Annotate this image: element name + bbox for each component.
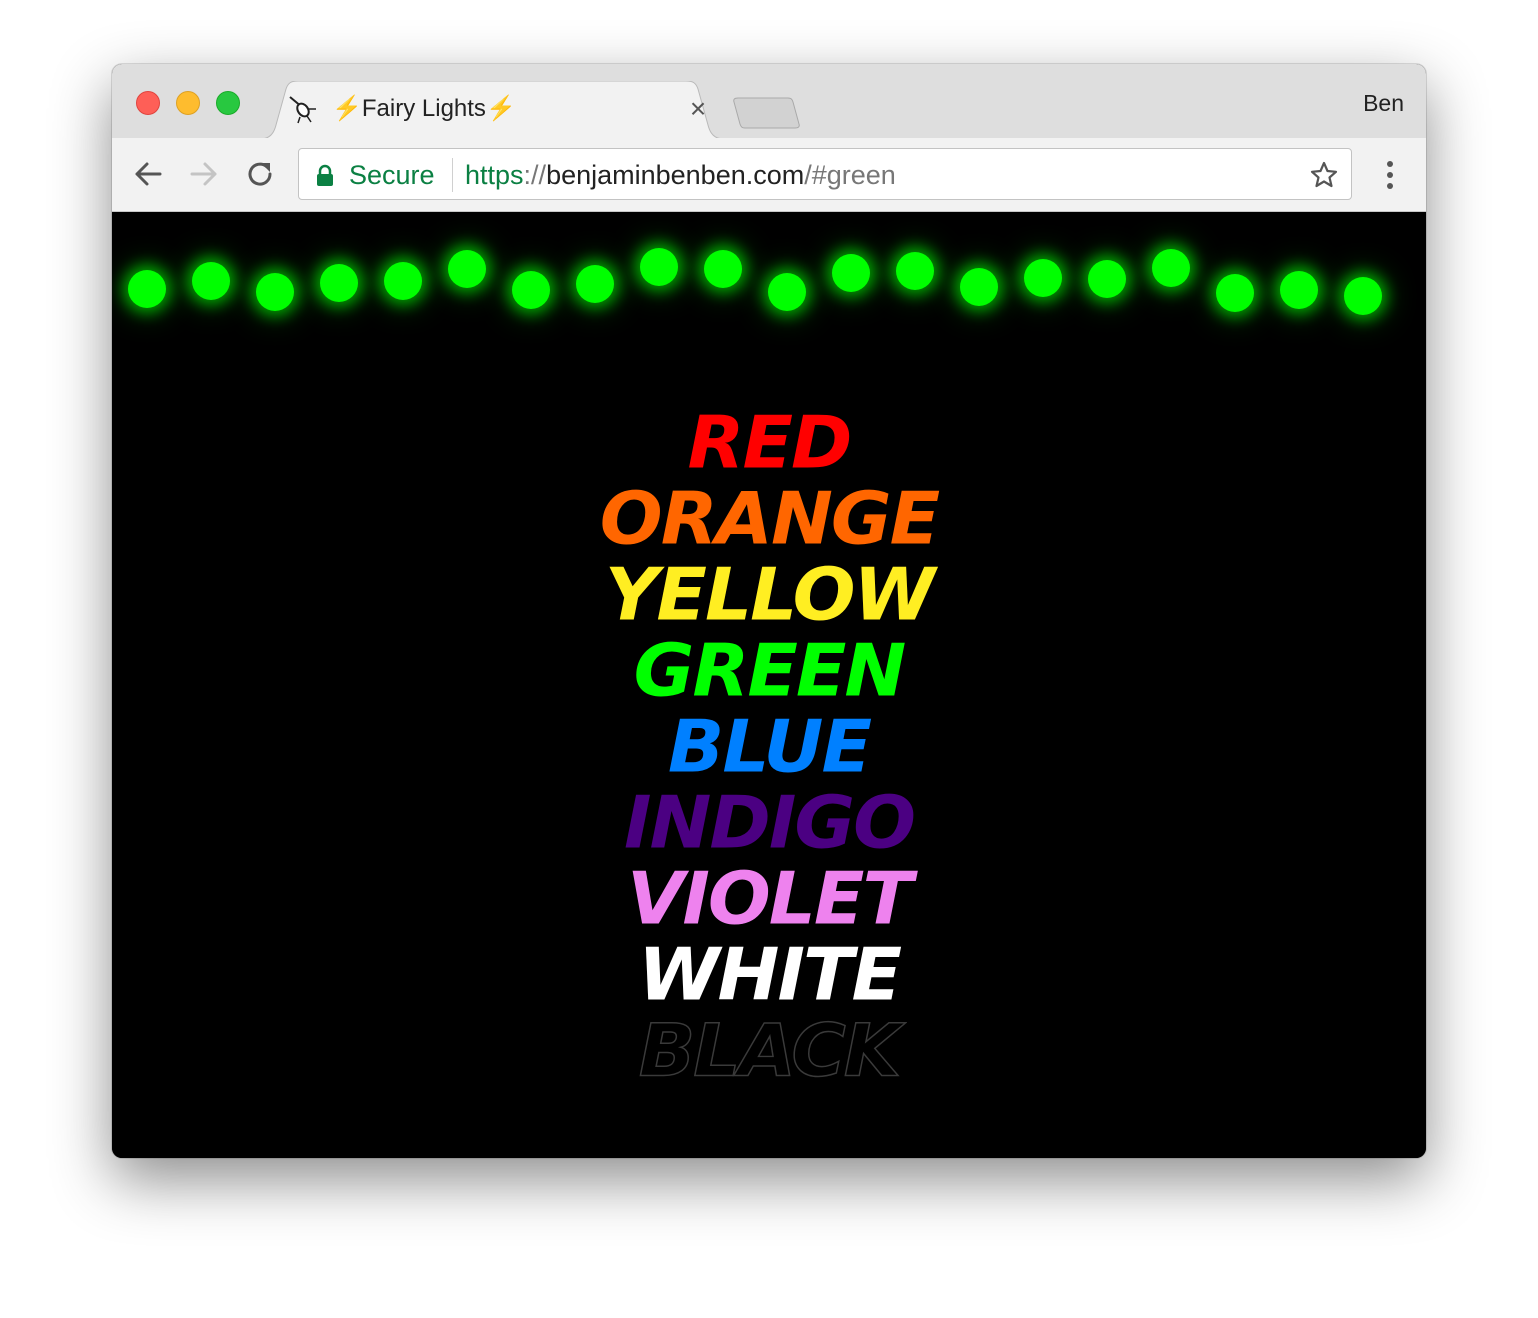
color-link-orange[interactable]: ORANGE bbox=[112, 482, 1426, 556]
color-link-red[interactable]: RED bbox=[112, 406, 1426, 480]
fairy-light-bulb[interactable] bbox=[256, 273, 294, 311]
bolt-icon: ⚡ bbox=[485, 95, 516, 122]
url-scheme: https bbox=[465, 160, 524, 190]
fairy-light-bulb[interactable] bbox=[960, 268, 998, 306]
color-link-white[interactable]: WHITE bbox=[112, 938, 1426, 1012]
url-path: /#green bbox=[804, 160, 896, 190]
bolt-icon: ⚡ bbox=[332, 95, 362, 122]
fairy-lights-favicon-icon bbox=[289, 96, 316, 124]
fairy-light-bulb[interactable] bbox=[576, 265, 614, 303]
browser-window: ⚡Fairy Lights⚡ × Ben Secure https://benj… bbox=[112, 64, 1426, 1158]
window-close-button[interactable] bbox=[136, 91, 160, 115]
fairy-light-bulb[interactable] bbox=[384, 262, 422, 300]
fairy-light-bulb[interactable] bbox=[1280, 271, 1318, 309]
address-bar[interactable]: Secure https://benjaminbenben.com/#green bbox=[298, 148, 1352, 200]
window-minimize-button[interactable] bbox=[176, 91, 200, 115]
color-word-list: RED ORANGE YELLOW GREEN BLUE INDIGO VIOLET WHIT… bbox=[112, 405, 1426, 1089]
back-arrow-icon[interactable] bbox=[130, 156, 166, 192]
fairy-light-bulb[interactable] bbox=[1344, 277, 1382, 315]
more-vert-icon[interactable] bbox=[1376, 158, 1404, 192]
star-icon[interactable] bbox=[1309, 160, 1339, 190]
fairy-light-bulb[interactable] bbox=[1088, 260, 1126, 298]
fairy-light-bulb[interactable] bbox=[832, 254, 870, 292]
fairy-light-bulb[interactable] bbox=[640, 248, 678, 286]
fairy-light-bulb[interactable] bbox=[1152, 249, 1190, 287]
color-link-green[interactable]: GREEN bbox=[112, 634, 1426, 708]
fairy-light-bulb[interactable] bbox=[704, 250, 742, 288]
url-separator: :// bbox=[523, 160, 547, 190]
secure-label: Secure bbox=[349, 160, 435, 190]
profile-name[interactable]: Ben bbox=[1363, 90, 1404, 117]
new-tab-button[interactable] bbox=[732, 96, 802, 130]
color-link-blue[interactable]: BLUE bbox=[112, 710, 1426, 784]
fairy-light-bulb[interactable] bbox=[448, 250, 486, 288]
omnibox-divider bbox=[452, 158, 453, 192]
lock-icon bbox=[317, 164, 333, 186]
color-link-black[interactable]: BLACK bbox=[112, 1013, 1426, 1089]
color-link-indigo[interactable]: INDIGO bbox=[112, 786, 1426, 860]
tab-fairy-lights[interactable]: ⚡Fairy Lights⚡ × bbox=[260, 81, 724, 139]
tab-title: ⚡Fairy Lights⚡ bbox=[332, 94, 516, 124]
fairy-light-bulb[interactable] bbox=[512, 271, 550, 309]
tab-strip: ⚡Fairy Lights⚡ × Ben bbox=[112, 64, 1426, 139]
color-link-yellow[interactable]: YELLOW bbox=[112, 558, 1426, 632]
reload-icon[interactable] bbox=[242, 156, 278, 192]
fairy-light-bulb[interactable] bbox=[320, 264, 358, 302]
fairy-light-bulb[interactable] bbox=[896, 252, 934, 290]
fairy-light-bulb[interactable] bbox=[1024, 259, 1062, 297]
fairy-light-bulb[interactable] bbox=[192, 262, 230, 300]
url-text[interactable]: https://benjaminbenben.com/#green bbox=[465, 159, 896, 191]
fairy-light-bulb[interactable] bbox=[768, 273, 806, 311]
page-content: RED ORANGE YELLOW GREEN BLUE INDIGO VIOLET WHIT… bbox=[112, 212, 1426, 1158]
tab-title-text: Fairy Lights bbox=[361, 95, 486, 122]
color-link-violet[interactable]: VIOLET bbox=[112, 862, 1426, 936]
window-maximize-button[interactable] bbox=[216, 91, 240, 115]
fairy-light-bulb[interactable] bbox=[1216, 274, 1254, 312]
forward-arrow-icon[interactable] bbox=[186, 156, 222, 192]
fairy-light-bulb[interactable] bbox=[128, 270, 166, 308]
browser-toolbar: Secure https://benjaminbenben.com/#green bbox=[112, 138, 1426, 212]
tab-close-icon[interactable]: × bbox=[684, 95, 712, 123]
url-host: benjaminbenben.com bbox=[546, 160, 805, 190]
